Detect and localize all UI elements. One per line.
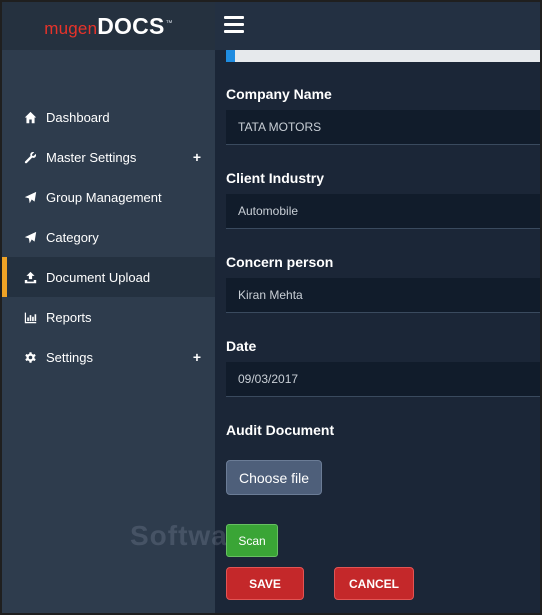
company-name-label: Company Name — [226, 86, 332, 102]
sidebar-item-document-upload[interactable]: Document Upload — [2, 257, 215, 297]
sidebar-item-label: Group Management — [46, 189, 162, 205]
sidebar-item-label: Master Settings — [46, 149, 137, 165]
sidebar-item-label: Dashboard — [46, 109, 110, 125]
app-window: mugenDOCS™ Dashboard Master Settings + G… — [0, 0, 542, 615]
expand-plus-icon[interactable]: + — [193, 149, 201, 165]
client-industry-field[interactable] — [226, 194, 540, 229]
choose-file-button[interactable]: Choose file — [226, 460, 322, 495]
hamburger-menu-icon[interactable] — [224, 16, 244, 34]
client-industry-label: Client Industry — [226, 170, 325, 186]
sidebar-item-master-settings[interactable]: Master Settings + — [2, 137, 215, 177]
sidebar-item-label: Category — [46, 229, 99, 245]
sidebar-item-settings[interactable]: Settings + — [2, 337, 215, 377]
sidebar-item-label: Reports — [46, 309, 92, 325]
gear-icon — [22, 349, 38, 365]
paper-plane-icon — [22, 189, 38, 205]
progress-bar — [226, 50, 540, 62]
sidebar-item-group-management[interactable]: Group Management — [2, 177, 215, 217]
date-label: Date — [226, 338, 257, 354]
progress-fill — [226, 50, 236, 62]
upload-icon — [22, 269, 38, 285]
sidebar-nav: Dashboard Master Settings + Group Manage… — [2, 97, 215, 377]
cancel-button[interactable]: CANCEL — [334, 567, 414, 600]
top-bar — [215, 2, 540, 50]
wrench-icon — [22, 149, 38, 165]
expand-plus-icon[interactable]: + — [193, 349, 201, 365]
sidebar-item-label: Document Upload — [46, 269, 151, 285]
sidebar-item-dashboard[interactable]: Dashboard — [2, 97, 215, 137]
sidebar: mugenDOCS™ Dashboard Master Settings + G… — [2, 2, 215, 613]
audit-document-label: Audit Document — [226, 422, 335, 438]
company-name-field[interactable] — [226, 110, 540, 145]
sidebar-item-reports[interactable]: Reports — [2, 297, 215, 337]
paper-plane-icon — [22, 229, 38, 245]
concern-person-label: Concern person — [226, 254, 334, 270]
logo-text: mugenDOCS™ — [44, 12, 173, 39]
bar-chart-icon — [22, 309, 38, 325]
sidebar-item-category[interactable]: Category — [2, 217, 215, 257]
logo[interactable]: mugenDOCS™ — [2, 2, 215, 50]
home-icon — [22, 109, 38, 125]
save-button[interactable]: SAVE — [226, 567, 304, 600]
date-field[interactable] — [226, 362, 540, 397]
scan-button[interactable]: Scan — [226, 524, 278, 557]
concern-person-field[interactable] — [226, 278, 540, 313]
sidebar-item-label: Settings — [46, 349, 93, 365]
